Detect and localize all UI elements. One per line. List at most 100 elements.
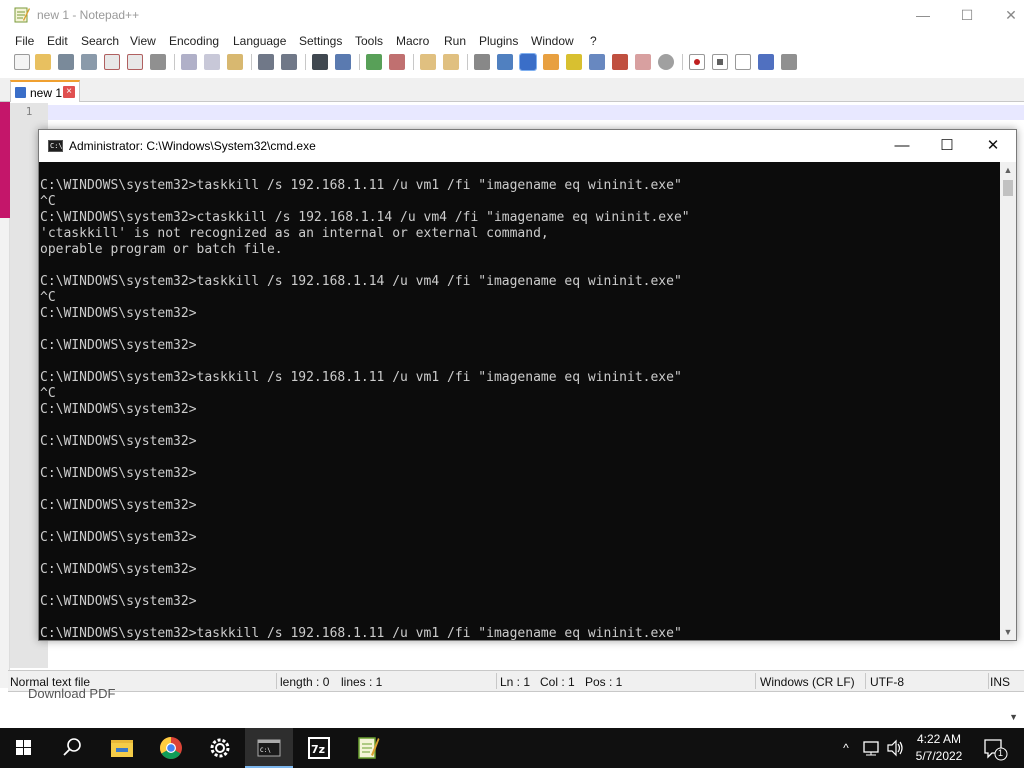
cut-icon[interactable] <box>181 54 197 70</box>
cmd-maximize-button[interactable]: ☐ <box>924 130 970 162</box>
menu-file[interactable]: File <box>15 31 34 51</box>
replace-icon[interactable] <box>335 54 351 70</box>
menu-language[interactable]: Language <box>233 31 286 51</box>
status-lines: lines : 1 <box>341 675 383 689</box>
search-button[interactable] <box>48 728 96 768</box>
taskbar-7zip[interactable]: 7z <box>295 728 343 768</box>
notepadpp-titlebar[interactable]: new 1 - Notepad++ — ☐ ✕ <box>0 0 1024 30</box>
console-line: ^C <box>40 290 56 305</box>
function-list-icon[interactable] <box>589 54 605 70</box>
menu-macro[interactable]: Macro <box>396 31 429 51</box>
scroll-up-arrow-icon[interactable]: ▲ <box>1000 162 1016 178</box>
menu-encoding[interactable]: Encoding <box>169 31 219 51</box>
menu-settings[interactable]: Settings <box>299 31 342 51</box>
tab-new-1[interactable]: new 1 × <box>10 80 80 102</box>
menu-view[interactable]: View <box>130 31 156 51</box>
file-explorer-icon <box>111 740 133 757</box>
cmd-close-button[interactable]: ✕ <box>970 130 1016 162</box>
svg-text:C:\: C:\ <box>260 747 271 754</box>
scroll-down-arrow-icon[interactable]: ▼ <box>1009 712 1018 722</box>
cmd-window[interactable]: C:\ Administrator: C:\Windows\System32\c… <box>38 129 1017 641</box>
menu-search[interactable]: Search <box>81 31 119 51</box>
playback-icon[interactable] <box>735 54 751 70</box>
notification-count: 1 <box>998 748 1004 758</box>
print-icon[interactable] <box>150 54 166 70</box>
start-recording-icon[interactable] <box>689 54 705 70</box>
close-all-icon[interactable] <box>127 54 143 70</box>
undo-icon[interactable] <box>258 54 274 70</box>
scroll-down-arrow-icon[interactable]: ▼ <box>1000 624 1016 640</box>
cmd-window-title: Administrator: C:\Windows\System32\cmd.e… <box>69 139 316 153</box>
taskbar-settings[interactable] <box>196 728 244 768</box>
word-wrap-icon[interactable] <box>474 54 490 70</box>
taskbar-chrome[interactable] <box>147 728 195 768</box>
taskbar-notepadpp[interactable] <box>344 728 392 768</box>
network-icon[interactable] <box>860 728 882 768</box>
indent-guide-icon[interactable] <box>519 53 537 71</box>
start-button[interactable] <box>0 728 48 768</box>
find-icon[interactable] <box>312 54 328 70</box>
new-file-icon[interactable] <box>14 54 30 70</box>
console-line: C:\WINDOWS\system32>taskkill /s 192.168.… <box>40 370 682 385</box>
stop-recording-icon[interactable] <box>712 54 728 70</box>
minimize-button[interactable]: — <box>900 0 946 30</box>
tray-chevron-icon[interactable]: ^ <box>835 728 857 768</box>
tab-close-icon[interactable]: × <box>63 86 75 98</box>
scroll-thumb[interactable] <box>1003 180 1013 196</box>
console-line: C:\WINDOWS\system32> <box>40 434 197 449</box>
taskbar-file-explorer[interactable] <box>98 728 146 768</box>
doc-map-icon[interactable] <box>566 54 582 70</box>
paste-icon[interactable] <box>227 54 243 70</box>
tab-label: new 1 <box>30 86 63 100</box>
menu-run[interactable]: Run <box>444 31 466 51</box>
copy-icon[interactable] <box>204 54 220 70</box>
record-macro-placeholder-icon[interactable] <box>658 54 674 70</box>
clock[interactable]: 4:22 AM 5/7/2022 <box>908 731 970 765</box>
sync-vertical-icon[interactable] <box>420 54 436 70</box>
side-panel-accent <box>0 102 10 218</box>
menu-edit[interactable]: Edit <box>47 31 68 51</box>
cmd-titlebar[interactable]: C:\ Administrator: C:\Windows\System32\c… <box>39 130 1016 162</box>
save-macro-icon[interactable] <box>781 54 797 70</box>
console-line: C:\WINDOWS\system32> <box>40 530 197 545</box>
open-file-icon[interactable] <box>35 54 51 70</box>
menu-tools[interactable]: Tools <box>355 31 383 51</box>
cmd-scrollbar[interactable]: ▲ ▼ <box>1000 162 1016 640</box>
menu-plugins[interactable]: Plugins <box>479 31 518 51</box>
side-panel <box>0 218 10 688</box>
zoom-in-icon[interactable] <box>366 54 382 70</box>
console-line: C:\WINDOWS\system32> <box>40 466 197 481</box>
chrome-icon <box>160 737 182 759</box>
status-length: length : 0 <box>280 675 330 689</box>
search-icon <box>63 738 81 756</box>
monitoring-icon[interactable] <box>635 54 651 70</box>
show-all-chars-icon[interactable] <box>497 54 513 70</box>
console-output[interactable]: C:\WINDOWS\system32>taskkill /s 192.168.… <box>39 162 1000 640</box>
save-icon[interactable] <box>58 54 74 70</box>
folder-workspace-icon[interactable] <box>612 54 628 70</box>
udl-icon[interactable] <box>543 54 559 70</box>
close-file-icon[interactable] <box>104 54 120 70</box>
status-bar: Normal text file length : 0 lines : 1 Ln… <box>8 670 1024 692</box>
volume-icon[interactable] <box>884 728 906 768</box>
close-button[interactable]: ✕ <box>988 0 1024 30</box>
notification-center-icon[interactable]: 1 <box>980 728 1008 768</box>
redo-icon[interactable] <box>281 54 297 70</box>
console-line: ^C <box>40 386 56 401</box>
notepadpp-app-icon <box>14 7 30 23</box>
save-all-icon[interactable] <box>81 54 97 70</box>
taskbar-cmd[interactable]: C:\ <box>245 728 293 768</box>
maximize-button[interactable]: ☐ <box>944 0 990 30</box>
run-macro-multiple-icon[interactable] <box>758 54 774 70</box>
notepadpp-icon <box>358 737 380 759</box>
zoom-out-icon[interactable] <box>389 54 405 70</box>
menu-help[interactable]: ? <box>590 31 597 51</box>
sync-horizontal-icon[interactable] <box>443 54 459 70</box>
menu-window[interactable]: Window <box>531 31 574 51</box>
cmd-minimize-button[interactable]: — <box>879 130 925 162</box>
